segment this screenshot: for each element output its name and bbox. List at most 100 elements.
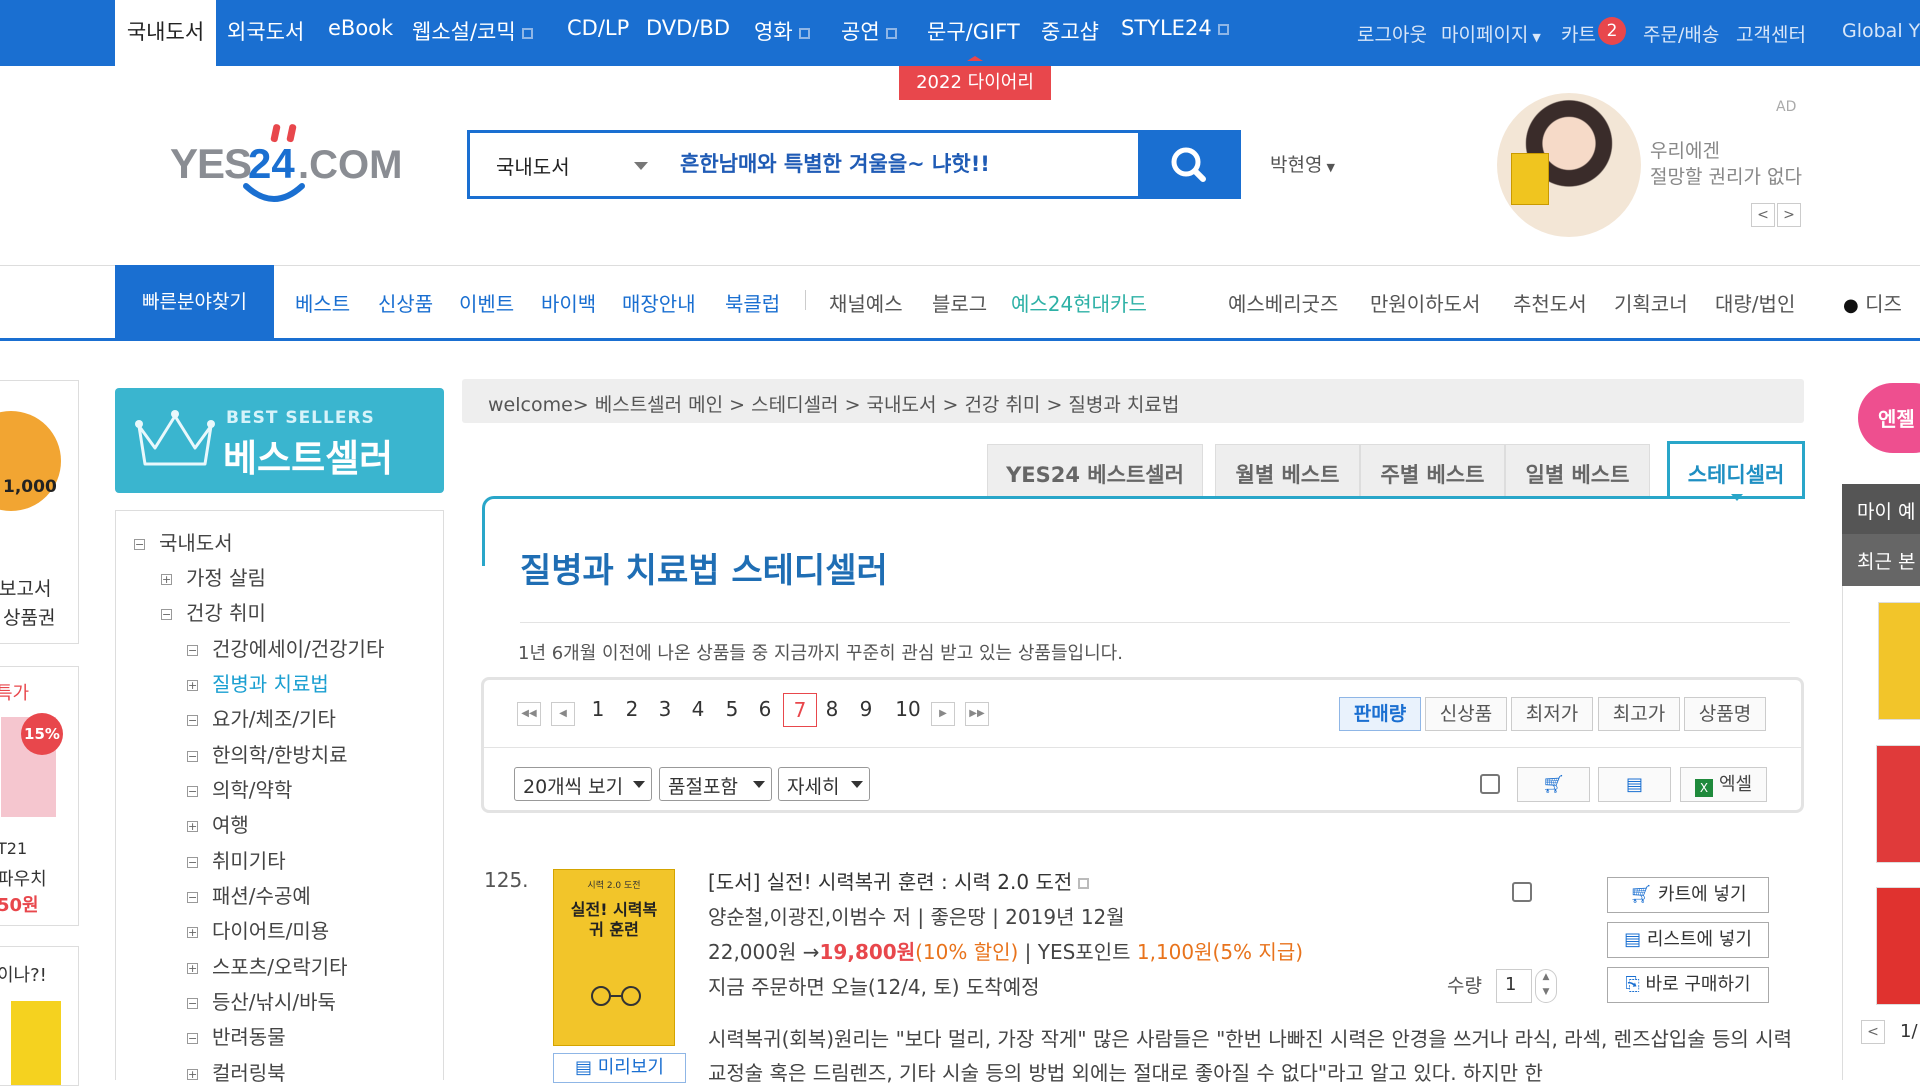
top-nav-foreign-books[interactable]: 외국도서 [227, 16, 304, 46]
ad-text[interactable]: 우리에겐 절망할 권리가 없다 [1650, 138, 1802, 190]
first-page-button[interactable]: ◀◀ [517, 702, 541, 726]
select-all-checkbox[interactable] [1480, 774, 1500, 794]
add-all-list-button[interactable]: ▤ [1598, 767, 1671, 802]
page-link[interactable]: 6 [753, 697, 777, 721]
nav-under-10000[interactable]: 만원이하도서 [1370, 288, 1480, 317]
preview-button[interactable]: ▤ 미리보기 [553, 1053, 686, 1083]
search-button[interactable] [1138, 130, 1241, 199]
product-title[interactable]: [도서] 실전! 시력복귀 훈련 : 시력 2.0 도전 [708, 866, 1090, 895]
nav-yes-goods[interactable]: 예스베리굿즈 [1228, 288, 1338, 317]
mypage-link[interactable]: 마이페이지 ▼ [1441, 20, 1541, 47]
top-nav-webnovel[interactable]: 웹소설/코믹 [412, 16, 533, 46]
tab-yes24-bestseller[interactable]: YES24 베스트셀러 [987, 444, 1203, 498]
recent-item-thumbnail[interactable] [1878, 602, 1920, 720]
last-page-button[interactable]: ▶▶ [965, 702, 989, 726]
top-nav-dvd-bd[interactable]: DVD/BD [646, 16, 730, 40]
user-dropdown[interactable]: 박현영 ▼ [1270, 150, 1335, 177]
left-rail-ad-3[interactable]: 이나?! [0, 946, 79, 1086]
page-link[interactable]: 3 [653, 697, 677, 721]
top-nav-ebook[interactable]: eBook [328, 16, 393, 40]
order-delivery-link[interactable]: 주문/배송 [1643, 20, 1719, 47]
nav-bookclub[interactable]: 북클럽 [725, 288, 780, 317]
page-link[interactable]: 9 [854, 697, 878, 721]
left-rail-ad-2[interactable]: 특가 15% T21 파우치 50원 [0, 666, 79, 926]
sort-highest-button[interactable]: 최고가 [1598, 697, 1680, 731]
angel-tag[interactable]: 엔젤 [1850, 383, 1920, 453]
bestseller-banner[interactable]: BEST SELLERS 베스트셀러 [115, 388, 444, 493]
category-item[interactable]: + 컬러링북 [187, 1057, 286, 1086]
sort-sales-button[interactable]: 판매량 [1339, 697, 1421, 731]
tab-steady-seller[interactable]: 스테디셀러 [1667, 441, 1805, 501]
top-nav-stationery-gift[interactable]: 문구/GIFT [927, 16, 1020, 46]
my-yes-link[interactable]: 마이 예 [1842, 484, 1920, 534]
page-link[interactable]: 8 [820, 697, 844, 721]
recent-item-thumbnail[interactable] [1876, 887, 1920, 1005]
sort-name-button[interactable]: 상품명 [1684, 697, 1766, 731]
view-mode-select[interactable]: 자세히 [778, 767, 870, 801]
per-page-select[interactable]: 20개씩 보기 [514, 767, 652, 801]
ad-prev-button[interactable]: < [1751, 203, 1775, 227]
category-item[interactable]: + 다이어트/미용 [187, 915, 329, 944]
nav-channel-yes[interactable]: 채널예스 [829, 288, 903, 317]
promo-diary-badge[interactable]: 2022 다이어리 [899, 56, 1051, 100]
nav-new[interactable]: 신상품 [378, 288, 433, 317]
nav-best[interactable]: 베스트 [295, 288, 350, 317]
category-item[interactable]: − 반려동물 [187, 1021, 286, 1050]
new-window-icon[interactable] [1078, 878, 1090, 889]
sort-new-button[interactable]: 신상품 [1425, 697, 1507, 731]
category-item[interactable]: − 의학/약학 [187, 774, 292, 803]
soldout-select[interactable]: 품절포함 [659, 767, 772, 801]
category-item[interactable]: − 한의학/한방치료 [187, 739, 348, 768]
current-page[interactable]: 7 [783, 693, 817, 727]
add-to-cart-button[interactable]: 🛒︎ 카트에 넣기 [1607, 877, 1769, 913]
sort-lowest-button[interactable]: 최저가 [1511, 697, 1593, 731]
category-item[interactable]: − 국내도서 [134, 527, 233, 556]
top-nav-cd-lp[interactable]: CD/LP [567, 16, 629, 40]
category-item-current[interactable]: + 질병과 치료법 [187, 668, 329, 697]
category-item[interactable]: − 건강에세이/건강기타 [187, 633, 384, 662]
top-nav-movie[interactable]: 영화 [754, 16, 810, 46]
customer-center-link[interactable]: 고객센터 [1736, 20, 1806, 47]
ad-next-button[interactable]: > [1777, 203, 1801, 227]
top-nav-performance[interactable]: 공연 [841, 16, 897, 46]
nav-store-info[interactable]: 매장안내 [622, 288, 696, 317]
buy-now-button[interactable]: ⎘ 바로 구매하기 [1607, 967, 1769, 1003]
tab-monthly-best[interactable]: 월별 베스트 [1215, 444, 1360, 498]
add-to-list-button[interactable]: ▤ 리스트에 넣기 [1607, 922, 1769, 958]
page-link[interactable]: 1 [586, 697, 610, 721]
nav-event[interactable]: 이벤트 [459, 288, 514, 317]
page-link[interactable]: 4 [686, 697, 710, 721]
excel-button[interactable]: X 엑셀 [1680, 767, 1767, 802]
top-nav-used-shop[interactable]: 중고샵 [1041, 16, 1099, 46]
book-cover[interactable]: 시력 2.0 도전 실전! 시력복귀 훈련 [553, 869, 675, 1046]
logout-link[interactable]: 로그아웃 [1357, 20, 1427, 47]
next-page-button[interactable]: ▶ [931, 702, 955, 726]
page-link[interactable]: 2 [620, 697, 644, 721]
tab-weekly-best[interactable]: 주별 베스트 [1360, 444, 1505, 498]
top-nav-domestic-books[interactable]: 국내도서 [115, 0, 216, 66]
add-all-cart-button[interactable]: 🛒︎ [1517, 767, 1590, 802]
page-link[interactable]: 10 [893, 697, 923, 721]
category-item[interactable]: − 패션/수공예 [187, 880, 311, 909]
product-checkbox[interactable] [1512, 882, 1532, 902]
quick-category-button[interactable]: 빠른분야찾기 [115, 265, 274, 341]
cart-link[interactable]: 카트 [1561, 20, 1596, 47]
quantity-input[interactable]: 1 [1496, 969, 1532, 1003]
nav-buyback[interactable]: 바이백 [541, 288, 596, 317]
yes24-logo[interactable]: YES 24 .COM [170, 120, 420, 210]
recent-item-thumbnail[interactable] [1876, 745, 1920, 863]
ad-image[interactable] [1497, 93, 1641, 237]
tab-daily-best[interactable]: 일별 베스트 [1505, 444, 1650, 498]
quantity-stepper[interactable]: ▲ ▼ [1535, 969, 1557, 1003]
category-item[interactable]: − 등산/낚시/바둑 [187, 986, 336, 1015]
left-rail-ad-1[interactable]: 1,000 보고서 상품권 [0, 380, 79, 644]
category-item[interactable]: − 요가/체조/기타 [187, 703, 336, 732]
nav-hyundai-card[interactable]: 예스24현대카드 [1011, 288, 1147, 317]
category-item[interactable]: − 건강 취미 [161, 597, 266, 626]
breadcrumb[interactable]: welcome> 베스트셀러 메인 > 스테디셀러 > 국내도서 > 건강 취미… [462, 379, 1804, 423]
category-item[interactable]: + 여행 [187, 809, 249, 838]
page-link[interactable]: 5 [720, 697, 744, 721]
nav-recommended[interactable]: 추천도서 [1513, 288, 1587, 317]
nav-bulk-corporate[interactable]: 대량/법인 [1715, 288, 1795, 317]
category-item[interactable]: − 취미기타 [187, 845, 286, 874]
